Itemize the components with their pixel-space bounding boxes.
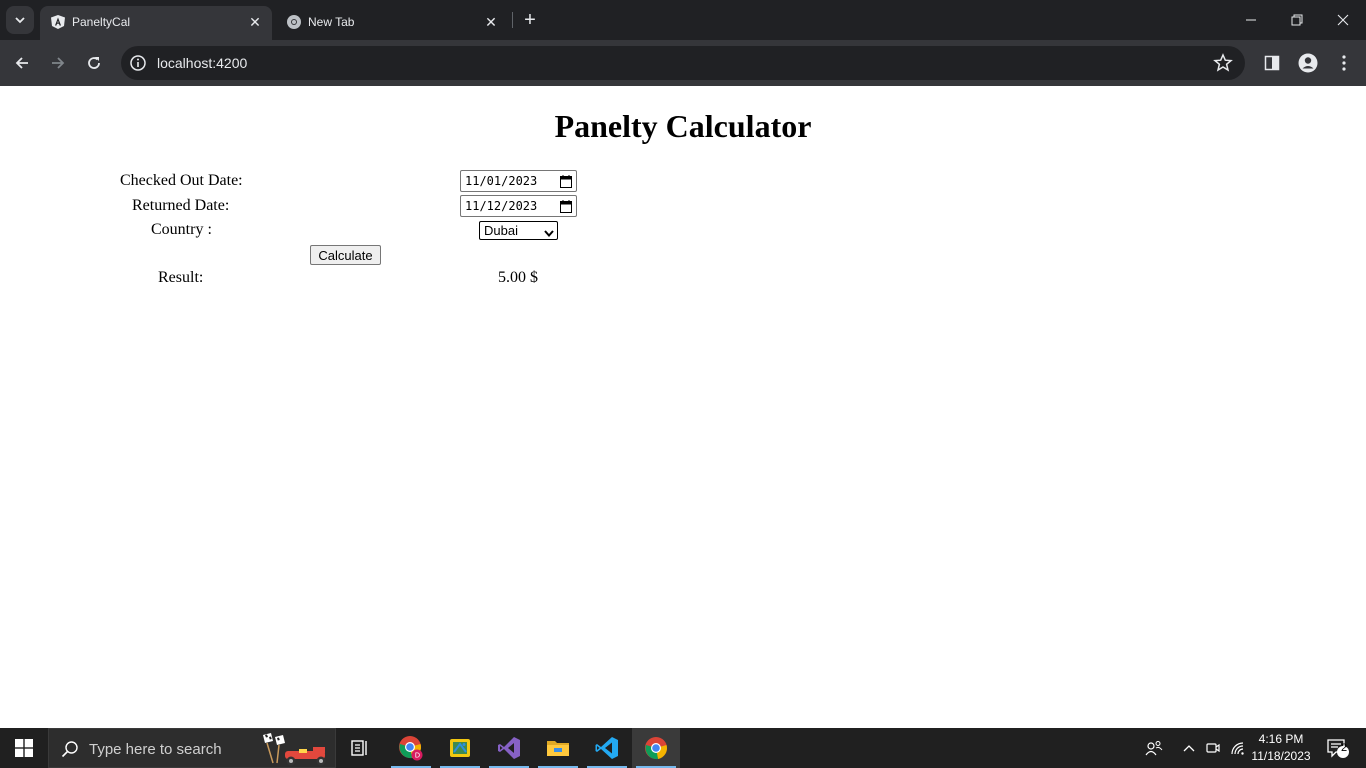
tab-title: PaneltyCal [72,15,131,29]
side-panel-button[interactable] [1258,49,1286,77]
calendar-icon[interactable] [560,175,572,188]
tab-paneltycal[interactable]: PaneltyCal ✕ [40,6,272,40]
visual-studio-icon [498,737,520,759]
returned-date-input[interactable]: 11/12/2023 [460,195,577,217]
side-panel-icon [1264,55,1280,71]
windows-logo-icon [15,739,33,757]
tab-separator [512,12,513,28]
minimize-button[interactable] [1228,0,1274,40]
page-title: Panelty Calculator [554,108,812,144]
angular-icon [50,14,66,30]
checked-out-date-label: Checked Out Date: [120,172,243,189]
close-tab-icon[interactable]: ✕ [482,13,500,31]
checked-out-date-value: 11/01/2023 [465,174,538,188]
url-text: localhost:4200 [157,55,248,71]
country-select[interactable]: Dubai [479,221,558,240]
people-icon [1145,741,1163,756]
taskbar-app-chrome[interactable] [632,728,680,768]
restore-button[interactable] [1274,0,1320,40]
taskbar-app-chrome-profile[interactable]: D [387,728,435,768]
search-highlight-illustration [257,731,335,767]
calculate-button[interactable]: Calculate [310,245,381,265]
start-button[interactable] [0,728,48,768]
page-content: Panelty Calculator Checked Out Date: 11/… [0,86,1366,728]
people-button[interactable] [1140,728,1168,768]
sticky-app-icon [450,739,470,757]
clock-date: 11/18/2023 [1251,749,1311,763]
show-hidden-icons-button[interactable] [1178,728,1200,768]
camera-icon [1206,743,1220,753]
task-view-icon [351,740,367,756]
profile-icon [1298,53,1318,73]
address-bar[interactable]: localhost:4200 [121,46,1245,80]
reload-button[interactable] [80,49,108,77]
taskbar-app-file-explorer[interactable] [534,728,582,768]
notification-count-badge: 2 [1341,742,1348,754]
minimize-icon [1246,19,1256,21]
clock-time: 4:16 PM [1258,732,1304,746]
taskbar-app-visual-studio[interactable] [485,728,533,768]
restore-icon [1291,14,1303,26]
back-button[interactable] [8,49,36,77]
close-tab-icon[interactable]: ✕ [246,13,264,31]
profile-button[interactable] [1294,49,1322,77]
reload-icon [88,57,100,69]
bookmark-star-icon[interactable] [1213,53,1233,73]
forward-button[interactable] [44,49,72,77]
taskbar-search-box[interactable]: Type here to search [48,728,336,768]
chevron-down-icon [544,226,554,238]
result-label: Result: [158,269,204,286]
browser-tab-bar: PaneltyCal ✕ New Tab ✕ + [0,0,1366,40]
chevron-down-icon [15,17,25,24]
chrome-profile-icon: D [399,736,423,761]
site-info-icon[interactable] [129,54,147,72]
country-label: Country : [151,221,212,238]
svg-text:D: D [415,752,420,760]
file-explorer-icon [547,741,569,756]
taskbar-app-sticky[interactable] [436,728,484,768]
taskbar: Type here to search D 4:16 PM 11/18/2023… [0,728,1366,768]
checked-out-date-input[interactable]: 11/01/2023 [460,170,577,192]
search-placeholder: Type here to search [89,741,222,758]
taskbar-app-vscode[interactable] [583,728,631,768]
arrow-left-icon [15,57,28,69]
new-tab-button[interactable]: + [518,8,542,32]
calendar-icon[interactable] [560,200,572,213]
task-view-button[interactable] [336,728,384,768]
country-selected-value: Dubai [484,223,518,238]
meet-now-button[interactable] [1202,728,1224,768]
close-icon [1337,14,1349,26]
returned-date-label: Returned Date: [132,197,230,214]
system-clock[interactable]: 4:16 PM 11/18/2023 [1244,731,1318,765]
browser-toolbar: localhost:4200 [0,40,1366,86]
tab-title: New Tab [308,15,355,29]
tab-search-button[interactable] [6,6,34,34]
search-icon [61,740,79,758]
notification-center-button[interactable]: 2 [1320,728,1356,768]
chrome-icon [286,14,302,30]
tab-new-tab[interactable]: New Tab ✕ [276,6,508,40]
arrow-right-icon [52,57,65,69]
result-value: 5.00 $ [498,269,538,286]
chevron-up-icon [1183,745,1195,752]
returned-date-value: 11/12/2023 [465,199,538,213]
kebab-menu-icon [1342,55,1346,71]
chrome-icon [645,737,667,760]
vscode-icon [595,737,618,759]
close-window-button[interactable] [1320,0,1366,40]
menu-button[interactable] [1330,49,1358,77]
